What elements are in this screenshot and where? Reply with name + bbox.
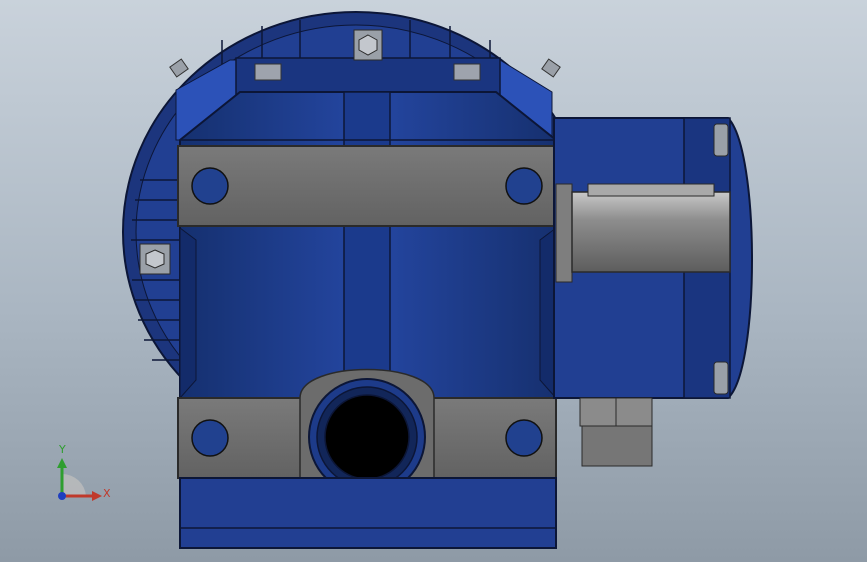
base-plate [179,477,557,549]
cad-viewport[interactable]: Y X [0,0,867,562]
input-shaft [555,183,731,283]
drain-plug [579,397,653,467]
x-axis-arrowhead [92,491,102,501]
side-bolt [139,243,171,275]
x-axis-label: X [103,487,111,500]
axis-triad[interactable] [40,438,130,518]
y-axis-arrowhead [57,458,67,468]
gearbox-model[interactable] [0,0,867,562]
top-bolt [353,29,383,61]
z-axis-dot [58,492,66,500]
y-axis-label: Y [59,443,66,456]
triad-plane-icon [62,473,86,496]
upper-flange [177,145,557,227]
gearbox-body [179,91,557,400]
